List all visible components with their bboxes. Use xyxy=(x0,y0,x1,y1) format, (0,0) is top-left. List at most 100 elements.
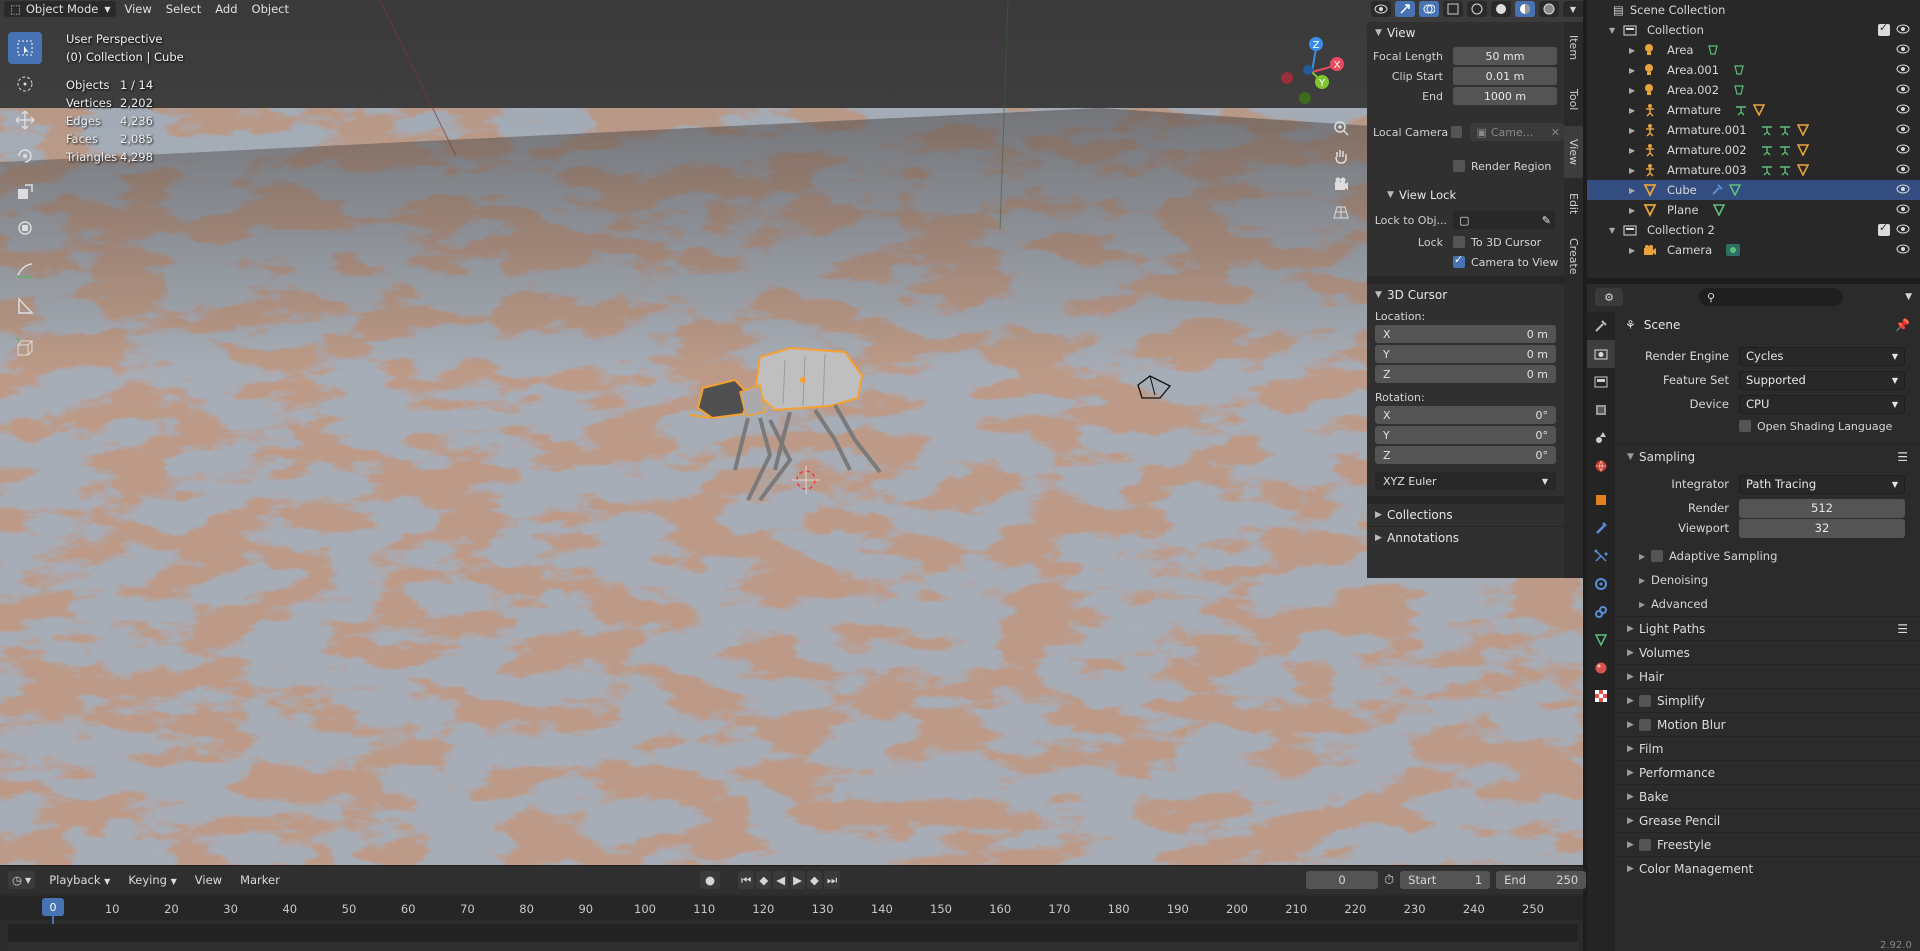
local-camera-field[interactable]: ▣ Came... ✕ xyxy=(1470,123,1564,141)
sampling-section-header[interactable]: ▼ Sampling ☰ xyxy=(1617,444,1920,468)
mesh-data-icon[interactable] xyxy=(1728,184,1741,196)
menu-object[interactable]: Object xyxy=(246,1,295,17)
3d-viewport[interactable]: ⬚ Object Mode ▼ View Select Add Object ▼… xyxy=(0,0,1583,865)
menu-marker[interactable]: Marker xyxy=(236,873,284,887)
visibility-eye-icon[interactable] xyxy=(1896,83,1910,95)
end-frame-field[interactable]: End 250 xyxy=(1496,871,1587,889)
solid-shading-icon[interactable] xyxy=(1491,1,1511,17)
section-freestyle[interactable]: ▶ Freestyle xyxy=(1617,832,1920,856)
material-shading-icon[interactable] xyxy=(1515,1,1535,17)
constraint-properties-icon[interactable] xyxy=(1587,598,1615,626)
outliner-row-armature-002[interactable]: ▶ Armature.002 xyxy=(1587,140,1920,160)
outliner-row-area-001[interactable]: ▶ Area.001 xyxy=(1587,60,1920,80)
gizmo-toggle-icon[interactable] xyxy=(1395,1,1415,17)
list-icon[interactable]: ☰ xyxy=(1897,450,1908,464)
local-camera-checkbox[interactable] xyxy=(1450,126,1463,138)
mesh-icon[interactable] xyxy=(1753,104,1765,116)
armature-data-icon[interactable] xyxy=(1735,104,1747,116)
tab-tool[interactable]: Tool xyxy=(1564,74,1583,126)
visibility-icon[interactable] xyxy=(1371,1,1391,17)
armature-data-icon[interactable] xyxy=(1761,164,1773,176)
render-properties-icon[interactable] xyxy=(1587,340,1615,368)
pose-icon[interactable] xyxy=(1779,124,1791,136)
visibility-eye-icon[interactable] xyxy=(1896,43,1910,55)
osl-checkbox[interactable] xyxy=(1739,420,1751,432)
armature-data-icon[interactable] xyxy=(1761,144,1773,156)
annotate-tool-icon[interactable] xyxy=(8,254,42,286)
scene-properties-icon[interactable] xyxy=(1587,424,1615,452)
section-motion-blur[interactable]: ▶ Motion Blur xyxy=(1617,712,1920,736)
jump-start-icon[interactable]: ⏮ xyxy=(738,871,755,889)
xray-icon[interactable] xyxy=(1443,1,1463,17)
move-tool-icon[interactable] xyxy=(8,104,42,136)
collapsed-triangle-icon[interactable]: ▶ xyxy=(1629,46,1643,55)
timeline-scrollbar[interactable] xyxy=(8,942,1578,951)
eyedropper-icon[interactable]: ✎ xyxy=(1542,214,1551,227)
timeline-editor[interactable]: ◷ ▼ Playback ▼ Keying ▼ View Marker ● ⏮ ◆… xyxy=(0,866,1587,951)
visibility-eye-icon[interactable] xyxy=(1896,243,1910,255)
wireframe-shading-icon[interactable] xyxy=(1467,1,1487,17)
collapsed-triangle-icon[interactable]: ▶ xyxy=(1629,126,1643,135)
zoom-icon[interactable] xyxy=(1329,116,1353,140)
jump-keyframe-back-icon[interactable]: ◆ xyxy=(756,871,772,889)
cursor-rotation-z[interactable]: Z 0° xyxy=(1375,446,1556,464)
render-region-checkbox[interactable] xyxy=(1453,160,1465,172)
mesh-data-properties-icon[interactable] xyxy=(1587,626,1615,654)
pan-hand-icon[interactable] xyxy=(1329,144,1353,168)
section-checkbox[interactable] xyxy=(1639,718,1651,731)
outliner-row-collection[interactable]: ▼ Collection xyxy=(1587,20,1920,40)
outliner-row-plane[interactable]: ▶ Plane xyxy=(1587,200,1920,220)
menu-keying[interactable]: Keying ▼ xyxy=(124,873,180,887)
physics-properties-icon[interactable] xyxy=(1587,570,1615,598)
viewport-samples-field[interactable]: 32 xyxy=(1739,518,1905,538)
subsection-adaptive-sampling[interactable]: ▶ Adaptive Sampling xyxy=(1617,544,1920,568)
light-data-icon[interactable] xyxy=(1707,44,1719,56)
visibility-eye-icon[interactable] xyxy=(1896,63,1910,75)
scale-tool-icon[interactable] xyxy=(8,176,42,208)
menu-add[interactable]: Add xyxy=(209,1,243,17)
close-icon[interactable]: ✕ xyxy=(1551,126,1560,139)
camera-data-icon[interactable] xyxy=(1726,244,1741,256)
current-frame-indicator[interactable]: 0 xyxy=(42,898,64,916)
modifier-properties-icon[interactable] xyxy=(1587,514,1615,542)
menu-timeline-view[interactable]: View xyxy=(191,873,226,887)
visibility-eye-icon[interactable] xyxy=(1896,163,1910,175)
particles-properties-icon[interactable] xyxy=(1587,542,1615,570)
list-icon[interactable]: ☰ xyxy=(1897,622,1908,636)
clip-end-field[interactable]: 1000 m xyxy=(1453,87,1557,105)
play-reverse-icon[interactable]: ◀ xyxy=(773,871,789,889)
mesh-icon[interactable] xyxy=(1796,164,1809,176)
tab-view[interactable]: View xyxy=(1564,126,1583,178)
stopwatch-icon[interactable]: ⏱ xyxy=(1384,873,1394,888)
output-properties-icon[interactable] xyxy=(1587,368,1615,396)
outliner-row-armature-001[interactable]: ▶ Armature.001 xyxy=(1587,120,1920,140)
section-checkbox[interactable] xyxy=(1639,694,1651,707)
menu-view[interactable]: View xyxy=(118,1,157,17)
collapsed-triangle-icon[interactable]: ▶ xyxy=(1629,86,1643,95)
select-box-tool-icon[interactable] xyxy=(8,32,42,64)
outliner-row-area[interactable]: ▶ Area xyxy=(1587,40,1920,60)
collections-section-header[interactable]: ▶ Collections xyxy=(1367,504,1564,526)
camera-to-view-checkbox[interactable] xyxy=(1453,253,1465,268)
current-frame-field[interactable]: 0 xyxy=(1306,871,1378,889)
pose-icon[interactable] xyxy=(1779,164,1791,176)
section-volumes[interactable]: ▶ Volumes xyxy=(1617,640,1920,664)
rendered-shading-icon[interactable] xyxy=(1539,1,1559,17)
subsection-denoising[interactable]: ▶ Denoising xyxy=(1617,568,1920,592)
cursor-rotation-y[interactable]: Y 0° xyxy=(1375,426,1556,444)
visibility-eye-icon[interactable] xyxy=(1896,103,1910,115)
tab-item[interactable]: Item xyxy=(1564,22,1583,74)
editor-type-dropdown[interactable]: ◷ ▼ xyxy=(8,871,36,889)
properties-search-input[interactable]: ⚲ xyxy=(1699,288,1843,306)
object-properties-icon[interactable] xyxy=(1587,486,1615,514)
view-lock-section-header[interactable]: ▼ View Lock xyxy=(1367,184,1564,206)
tab-edit[interactable]: Edit xyxy=(1564,178,1583,230)
section-light-paths[interactable]: ▶ Light Paths ☰ xyxy=(1617,616,1920,640)
collapsed-triangle-icon[interactable]: ▶ xyxy=(1629,246,1643,255)
collapsed-triangle-icon[interactable]: ▶ xyxy=(1629,186,1643,195)
section-bake[interactable]: ▶ Bake xyxy=(1617,784,1920,808)
cursor-rotation-x[interactable]: X 0° xyxy=(1375,406,1556,424)
outliner-row-armature-003[interactable]: ▶ Armature.003 xyxy=(1587,160,1920,180)
expand-triangle-icon[interactable]: ▼ xyxy=(1609,26,1623,35)
mode-dropdown[interactable]: ⬚ Object Mode ▼ xyxy=(4,1,117,17)
